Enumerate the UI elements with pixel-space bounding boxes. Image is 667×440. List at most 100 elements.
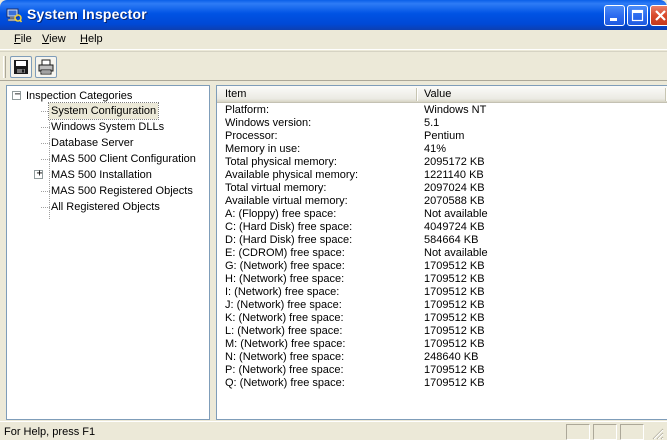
cell-item: E: (CDROM) free space: — [225, 247, 345, 259]
maximize-button[interactable] — [627, 5, 648, 26]
cell-item: Total physical memory: — [225, 156, 337, 168]
cell-value: Windows NT — [424, 104, 487, 116]
cell-item: L: (Network) free space: — [225, 325, 343, 337]
window-title: System Inspector — [27, 6, 147, 22]
close-button[interactable] — [650, 5, 667, 26]
list-row[interactable]: I: (Network) free space: 1709512 KB — [217, 286, 667, 299]
tree-expand-toggle[interactable]: + — [34, 168, 43, 179]
list-row[interactable]: M: (Network) free space: 1709512 KB — [217, 338, 667, 351]
cell-value: 1709512 KB — [424, 286, 485, 298]
cell-item: Available physical memory: — [225, 169, 359, 181]
cell-value: 1709512 KB — [424, 299, 485, 311]
cell-value: 2097024 KB — [424, 182, 485, 194]
menu-file[interactable]: File — [14, 33, 32, 45]
cell-value: 1709512 KB — [424, 260, 485, 272]
list-row[interactable]: Total virtual memory: 2097024 KB — [217, 182, 667, 195]
list-row[interactable]: G: (Network) free space: 1709512 KB — [217, 260, 667, 273]
title-bar[interactable]: System Inspector — [0, 0, 667, 30]
cell-value: 41% — [424, 143, 447, 155]
print-button[interactable] — [35, 56, 57, 78]
save-button[interactable] — [10, 56, 32, 78]
cell-item: Processor: — [225, 130, 278, 142]
category-tree[interactable]: − Inspection Categories System Configura… — [6, 85, 210, 420]
cell-value: Not available — [424, 247, 488, 259]
list-row[interactable]: L: (Network) free space: 1709512 KB — [217, 325, 667, 338]
list-row[interactable]: C: (Hard Disk) free space: 4049724 KB — [217, 221, 667, 234]
printer-icon — [38, 59, 54, 75]
cell-item: M: (Network) free space: — [225, 338, 346, 350]
column-divider[interactable] — [416, 88, 418, 101]
menu-view[interactable]: View — [42, 33, 66, 45]
cell-item: Available virtual memory: — [225, 195, 348, 207]
toolbar-grip[interactable] — [3, 56, 6, 78]
status-bar: For Help, press F1 — [0, 421, 667, 440]
system-inspector-icon — [6, 8, 22, 23]
list-row[interactable]: E: (CDROM) free space: Not available — [217, 247, 667, 260]
menu-help[interactable]: Help — [80, 33, 103, 45]
menu-bar: File View Help — [0, 30, 667, 50]
list-row[interactable]: Total physical memory: 2095172 KB — [217, 156, 667, 169]
cell-value: 584664 KB — [424, 234, 479, 246]
cell-value: 4049724 KB — [424, 221, 485, 233]
cell-value: 1709512 KB — [424, 338, 485, 350]
floppy-disk-icon — [14, 60, 28, 74]
tree-item-label: MAS 500 Client Configuration — [51, 153, 196, 165]
list-row[interactable]: Available physical memory: 1221140 KB — [217, 169, 667, 182]
tree-root-label: Inspection Categories — [26, 90, 133, 102]
plus-icon: + — [36, 168, 43, 179]
details-list[interactable]: Item Value Platform: Windows NT Windows ve… — [216, 85, 667, 420]
cell-item: K: (Network) free space: — [225, 312, 344, 324]
cell-value: 1709512 KB — [424, 364, 485, 376]
list-row[interactable]: Platform: Windows NT — [217, 104, 667, 117]
tree-item-label: System Configuration — [47, 102, 160, 120]
cell-value: 1709512 KB — [424, 312, 485, 324]
list-row[interactable]: Processor: Pentium — [217, 130, 667, 143]
list-row[interactable]: H: (Network) free space: 1709512 KB — [217, 273, 667, 286]
list-row[interactable]: A: (Floppy) free space: Not available — [217, 208, 667, 221]
cell-value: 5.1 — [424, 117, 440, 129]
cell-item: Windows version: — [225, 117, 312, 129]
column-header-item[interactable]: Item — [225, 88, 246, 100]
cell-item: Platform: — [225, 104, 270, 116]
cell-value: 1709512 KB — [424, 377, 485, 389]
cell-item: D: (Hard Disk) free space: — [225, 234, 353, 246]
cell-value: 2070588 KB — [424, 195, 485, 207]
cell-value: 248640 KB — [424, 351, 479, 363]
tree-item-label: Windows System DLLs — [51, 121, 165, 133]
list-row[interactable]: N: (Network) free space: 248640 KB — [217, 351, 667, 364]
maximize-icon — [631, 9, 644, 22]
tree-item-label: All Registered Objects — [51, 201, 160, 213]
status-panel — [620, 424, 644, 440]
cell-item: H: (Network) free space: — [225, 273, 345, 285]
list-row[interactable]: Windows version: 5.1 — [217, 117, 667, 130]
column-header-value[interactable]: Value — [424, 88, 451, 100]
cell-value: Pentium — [424, 130, 465, 142]
status-panel — [566, 424, 590, 440]
list-row[interactable]: Available virtual memory: 2070588 KB — [217, 195, 667, 208]
cell-item: Total virtual memory: — [225, 182, 327, 194]
list-row[interactable]: D: (Hard Disk) free space: 584664 KB — [217, 234, 667, 247]
app-window: System Inspector File View Help − Inspec… — [0, 0, 667, 440]
cell-value: Not available — [424, 208, 488, 220]
cell-item: Memory in use: — [225, 143, 301, 155]
tree-item-label: MAS 500 Installation — [51, 169, 152, 181]
cell-value: 1709512 KB — [424, 273, 485, 285]
tree-collapse-toggle[interactable]: − — [12, 89, 21, 100]
tree-item-label: Database Server — [51, 137, 134, 149]
cell-value: 2095172 KB — [424, 156, 485, 168]
cell-value: 1221140 KB — [424, 169, 484, 181]
status-text: For Help, press F1 — [4, 426, 96, 438]
close-icon — [655, 10, 666, 21]
list-row[interactable]: P: (Network) free space: 1709512 KB — [217, 364, 667, 377]
cell-value: 1709512 KB — [424, 325, 485, 337]
list-row[interactable]: Memory in use: 41% — [217, 143, 667, 156]
list-row[interactable]: J: (Network) free space: 1709512 KB — [217, 299, 667, 312]
list-row[interactable]: Q: (Network) free space: 1709512 KB — [217, 377, 667, 390]
cell-item: C: (Hard Disk) free space: — [225, 221, 353, 233]
toolbar — [0, 51, 667, 81]
resize-grip-icon[interactable] — [650, 426, 664, 440]
cell-item: N: (Network) free space: — [225, 351, 345, 363]
minimize-button[interactable] — [604, 5, 625, 26]
list-row[interactable]: K: (Network) free space: 1709512 KB — [217, 312, 667, 325]
cell-item: Q: (Network) free space: — [225, 377, 345, 389]
